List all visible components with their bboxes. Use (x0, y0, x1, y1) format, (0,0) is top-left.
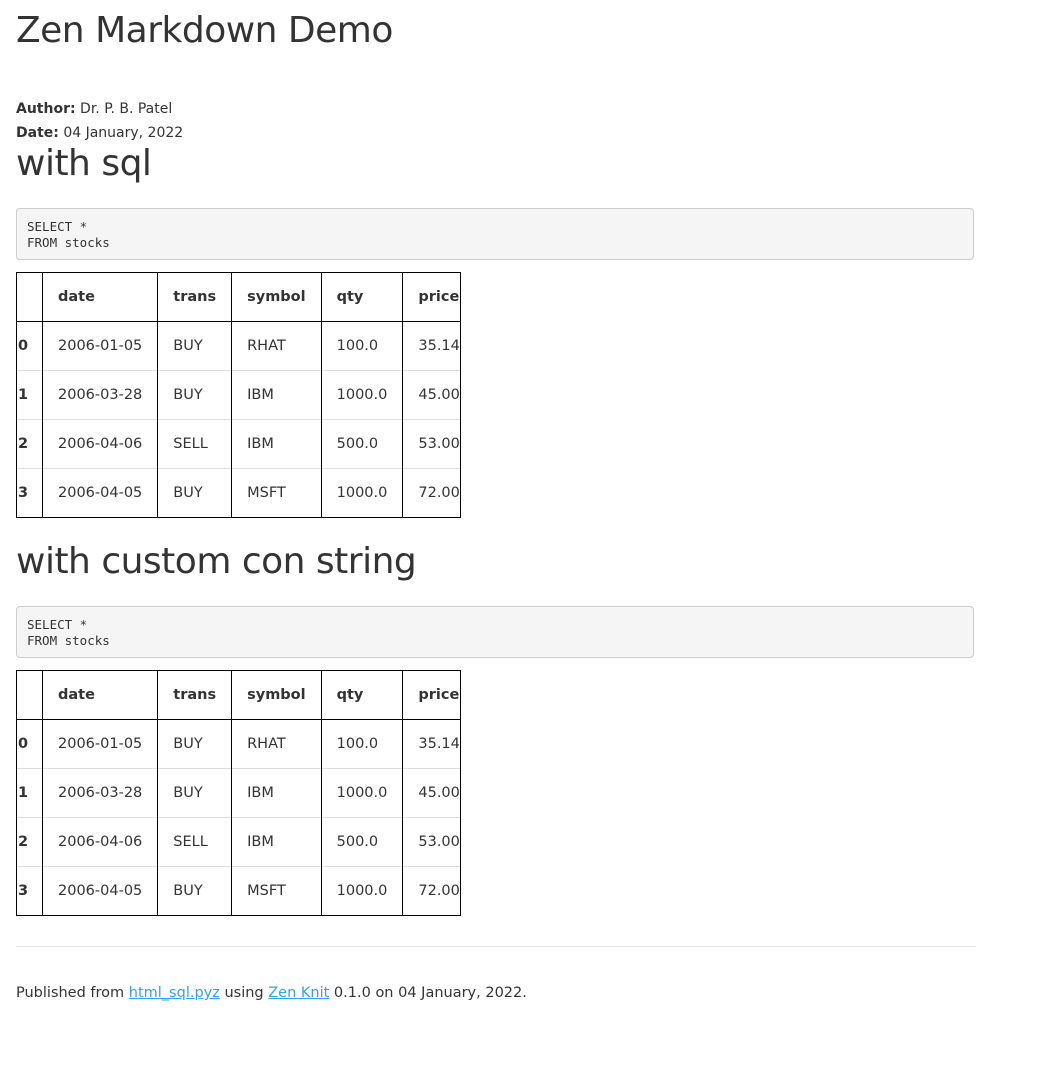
row-index: 2 (16, 419, 43, 469)
table-row: 2 2006-04-06 SELL IBM 500.0 53.00 (16, 817, 461, 867)
column-header: symbol (231, 670, 322, 720)
footer: Published from html_sql.pyz using Zen Kn… (16, 985, 527, 1001)
footer-suffix: 0.1.0 on 04 January, 2022. (329, 985, 527, 1001)
table-cell: RHAT (231, 719, 322, 769)
author-name: Dr. P. B. Patel (80, 101, 173, 117)
code-line: SELECT * (27, 617, 88, 632)
table-row: 3 2006-04-05 BUY MSFT 1000.0 72.00 (16, 866, 461, 916)
column-header: trans (157, 670, 233, 720)
table-cell: 100.0 (320, 321, 404, 371)
row-index: 1 (16, 768, 43, 818)
column-header: price (402, 272, 461, 322)
table-cell: 45.00 (402, 768, 461, 818)
table-cell: MSFT (231, 866, 322, 916)
table-cell: BUY (157, 866, 233, 916)
row-index: 0 (16, 321, 43, 371)
footer-divider (16, 946, 976, 947)
row-index: 1 (16, 370, 43, 420)
page-title: Zen Markdown Demo (16, 10, 393, 51)
footer-middle: using (219, 985, 269, 1001)
table-header-row: date trans symbol qty price (16, 670, 461, 720)
section-heading: with custom con string (16, 541, 417, 582)
table-cell: IBM (231, 370, 322, 420)
table-cell: 53.00 (402, 817, 461, 867)
row-index: 2 (16, 817, 43, 867)
section-heading: with sql (16, 143, 152, 184)
table-cell: 2006-04-06 (41, 817, 159, 867)
author-label: Author: (16, 101, 76, 117)
table-row: 3 2006-04-05 BUY MSFT 1000.0 72.00 (16, 468, 461, 518)
code-block: SELECT * FROM stocks (16, 208, 974, 260)
table-cell: SELL (157, 817, 233, 867)
table-cell: BUY (157, 719, 233, 769)
table-cell: BUY (157, 321, 233, 371)
table-cell: 500.0 (320, 419, 404, 469)
table-header-row: date trans symbol qty price (16, 272, 461, 322)
code-block: SELECT * FROM stocks (16, 606, 974, 658)
index-header (16, 670, 43, 720)
column-header: qty (320, 272, 404, 322)
table-cell: IBM (231, 419, 322, 469)
column-header: date (41, 272, 159, 322)
row-index: 3 (16, 468, 43, 518)
table-cell: 2006-03-28 (41, 768, 159, 818)
table-cell: 45.00 (402, 370, 461, 420)
results-table: date trans symbol qty price 0 2006-01-05… (16, 670, 461, 916)
table-cell: 1000.0 (320, 370, 404, 420)
table-cell: BUY (157, 370, 233, 420)
table-cell: 2006-01-05 (41, 321, 159, 371)
table-cell: 2006-03-28 (41, 370, 159, 420)
code-line: FROM stocks (27, 235, 110, 250)
table-cell: MSFT (231, 468, 322, 518)
table-cell: 100.0 (320, 719, 404, 769)
table-cell: 2006-04-05 (41, 468, 159, 518)
code-line: SELECT * (27, 219, 88, 234)
column-header: date (41, 670, 159, 720)
table-row: 2 2006-04-06 SELL IBM 500.0 53.00 (16, 419, 461, 469)
table-cell: 53.00 (402, 419, 461, 469)
table-cell: 1000.0 (320, 468, 404, 518)
index-header (16, 272, 43, 322)
code-line: FROM stocks (27, 633, 110, 648)
table-cell: 1000.0 (320, 866, 404, 916)
row-index: 0 (16, 719, 43, 769)
table-cell: 2006-04-06 (41, 419, 159, 469)
table-cell: IBM (231, 817, 322, 867)
column-header: price (402, 670, 461, 720)
table-cell: 35.14 (402, 321, 461, 371)
table-cell: 1000.0 (320, 768, 404, 818)
author-line: Author: Dr. P. B. Patel (16, 101, 172, 117)
column-header: trans (157, 272, 233, 322)
row-index: 3 (16, 866, 43, 916)
date-label: Date: (16, 125, 59, 141)
footer-prefix: Published from (16, 985, 129, 1001)
table-cell: 72.00 (402, 866, 461, 916)
table-cell: SELL (157, 419, 233, 469)
table-cell: BUY (157, 468, 233, 518)
column-header: qty (320, 670, 404, 720)
table-row: 1 2006-03-28 BUY IBM 1000.0 45.00 (16, 768, 461, 818)
results-table: date trans symbol qty price 0 2006-01-05… (16, 272, 461, 518)
table-cell: 2006-04-05 (41, 866, 159, 916)
date-line: Date: 04 January, 2022 (16, 125, 183, 141)
table-cell: 2006-01-05 (41, 719, 159, 769)
zen-knit-link[interactable]: Zen Knit (268, 985, 329, 1001)
table-row: 0 2006-01-05 BUY RHAT 100.0 35.14 (16, 321, 461, 371)
table-row: 0 2006-01-05 BUY RHAT 100.0 35.14 (16, 719, 461, 769)
table-cell: BUY (157, 768, 233, 818)
date-value: 04 January, 2022 (63, 125, 184, 141)
source-file-link[interactable]: html_sql.pyz (129, 985, 220, 1001)
table-cell: IBM (231, 768, 322, 818)
table-cell: 35.14 (402, 719, 461, 769)
table-cell: 500.0 (320, 817, 404, 867)
table-cell: RHAT (231, 321, 322, 371)
table-row: 1 2006-03-28 BUY IBM 1000.0 45.00 (16, 370, 461, 420)
column-header: symbol (231, 272, 322, 322)
table-cell: 72.00 (402, 468, 461, 518)
